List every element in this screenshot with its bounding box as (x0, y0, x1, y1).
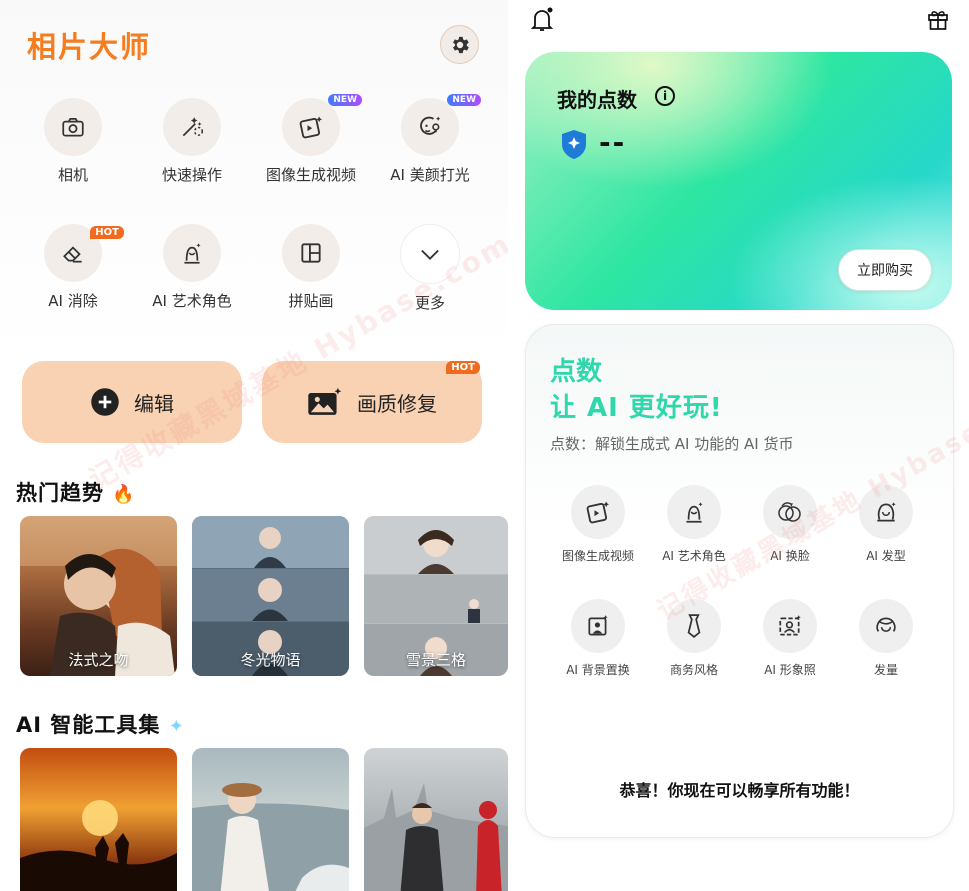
new-badge: NEW (447, 94, 481, 106)
face-swap-icon (778, 502, 801, 522)
tool-label: 更多 (414, 294, 445, 312)
tool-camera[interactable]: 相机 (13, 98, 133, 185)
image-enhance-icon (308, 387, 342, 415)
ai-tool-card-travel[interactable] (364, 748, 508, 891)
portrait-icon (779, 615, 801, 636)
hot-badge: HOT (90, 226, 124, 239)
settings-button[interactable] (440, 25, 479, 64)
info-subheading: 让 AI 更好玩! (550, 393, 723, 423)
tool-more[interactable]: 更多 (370, 224, 490, 313)
hair-volume-icon (876, 617, 896, 632)
tool-image-to-video[interactable]: NEW 图像生成视频 (251, 94, 371, 185)
app-title: 相片大师 (27, 30, 152, 64)
travel-photo (364, 783, 508, 891)
tool-collage[interactable]: 拼贴画 (251, 224, 371, 311)
info-description: 点数：解锁生成式 AI 功能的 AI 货币 (550, 435, 794, 453)
points-shield-icon (559, 128, 589, 164)
camera-icon (62, 118, 84, 137)
tool-label: 图像生成视频 (265, 166, 356, 184)
feature-label: AI 换脸 (770, 549, 810, 563)
buy-now-button[interactable]: 立即购买 (838, 249, 932, 291)
points-info-card: 点数 让 AI 更好玩! 点数：解锁生成式 AI 功能的 AI 货币 图像生成视… (525, 324, 954, 838)
plus-circle-icon (91, 388, 119, 416)
feature-ai-hairstyle[interactable]: AI 发型 (838, 485, 934, 564)
tie-icon (687, 614, 701, 638)
chevron-down-icon (421, 249, 439, 260)
feature-ai-background-swap[interactable]: AI 背景置换 (550, 599, 646, 678)
tool-ai-art-character[interactable]: AI 艺术角色 (132, 224, 252, 311)
feature-ai-portrait[interactable]: AI 形象照 (742, 599, 838, 678)
image-to-video-icon (586, 501, 609, 524)
sunset-photo (20, 800, 177, 891)
trending-card-caption: 冬光物语 (240, 651, 301, 669)
face-light-icon (420, 116, 441, 135)
collage-icon (301, 243, 321, 263)
congrats-message: 恭喜！你现在可以畅享所有功能！ (619, 781, 860, 800)
art-character-icon (184, 243, 201, 264)
tool-ai-eraser[interactable]: HOT AI 消除 (13, 224, 133, 311)
trending-card-caption: 雪景三格 (405, 651, 466, 669)
edit-button[interactable]: 编辑 (22, 361, 242, 443)
tool-ai-beauty-light[interactable]: NEW AI 美颜打光 (370, 94, 490, 185)
eraser-icon (63, 246, 82, 263)
my-points-card: 我的点数 i -- 立即购买 (525, 52, 952, 310)
gift-icon (928, 11, 948, 30)
background-swap-icon (588, 615, 608, 636)
feature-label: AI 背景置换 (566, 663, 630, 677)
bell-icon (530, 7, 554, 31)
feature-label: 商务风格 (669, 663, 718, 677)
tool-label: AI 美颜打光 (390, 166, 470, 184)
tool-label: 拼贴画 (288, 292, 334, 310)
gear-icon (452, 36, 469, 53)
hot-badge: HOT (446, 361, 480, 374)
trending-title: 热门趋势 🔥 (16, 481, 136, 505)
gift-button[interactable] (926, 7, 950, 35)
notification-button[interactable] (530, 7, 554, 37)
enhance-button[interactable]: 画质修复 HOT (262, 361, 482, 443)
fire-icon: 🔥 (112, 484, 136, 505)
feature-business-style[interactable]: 商务风格 (646, 599, 742, 678)
feature-label: AI 艺术角色 (662, 549, 726, 563)
points-title: 我的点数 (557, 88, 637, 112)
feature-hair-volume[interactable]: 发量 (838, 599, 934, 678)
info-heading: 点数 (550, 357, 603, 387)
tool-label: 相机 (57, 166, 88, 184)
ai-tools-title: AI 智能工具集 ✦ (16, 713, 185, 737)
magic-wand-icon (182, 117, 204, 137)
ai-tool-card-beach[interactable] (192, 748, 349, 891)
feature-ai-art-character[interactable]: AI 艺术角色 (646, 485, 742, 564)
ai-tool-card-sunset[interactable] (20, 748, 177, 891)
image-to-video-icon (299, 116, 322, 139)
points-value: -- (599, 126, 627, 159)
feature-label: AI 形象照 (764, 663, 816, 677)
tool-label: AI 艺术角色 (152, 292, 232, 310)
info-icon[interactable]: i (655, 86, 675, 106)
feature-ai-face-swap[interactable]: AI 换脸 (742, 485, 838, 564)
trending-card-french-kiss[interactable]: 法式之吻 (20, 516, 177, 676)
sparkle-icon: ✦ (168, 716, 185, 737)
trending-card-snow-triple[interactable]: 雪景三格 (364, 516, 508, 676)
hairstyle-icon (877, 502, 896, 522)
edit-label: 编辑 (134, 391, 174, 416)
feature-label: 发量 (873, 663, 898, 677)
tool-quick-actions[interactable]: 快速操作 (132, 98, 252, 185)
feature-label: AI 发型 (866, 549, 906, 563)
trending-card-winter-light[interactable]: 冬光物语 (192, 516, 349, 676)
trending-card-caption: 法式之吻 (68, 651, 129, 669)
enhance-label: 画质修复 (357, 391, 437, 416)
feature-label: 图像生成视频 (561, 549, 634, 563)
photo-master-home: 相片大师 相机 快速操作 NEW 图像生成视频 NEW AI 美颜打光 HOT … (0, 0, 508, 891)
tool-label: 快速操作 (161, 166, 222, 184)
beach-photo (192, 783, 349, 891)
new-badge: NEW (328, 94, 362, 106)
feature-image-to-video[interactable]: 图像生成视频 (550, 485, 646, 564)
art-character-icon (686, 502, 703, 523)
points-page: 我的点数 i -- 立即购买 点数 让 AI 更好玩! 点数：解锁生成式 AI … (508, 0, 969, 891)
tool-label: AI 消除 (48, 292, 98, 310)
